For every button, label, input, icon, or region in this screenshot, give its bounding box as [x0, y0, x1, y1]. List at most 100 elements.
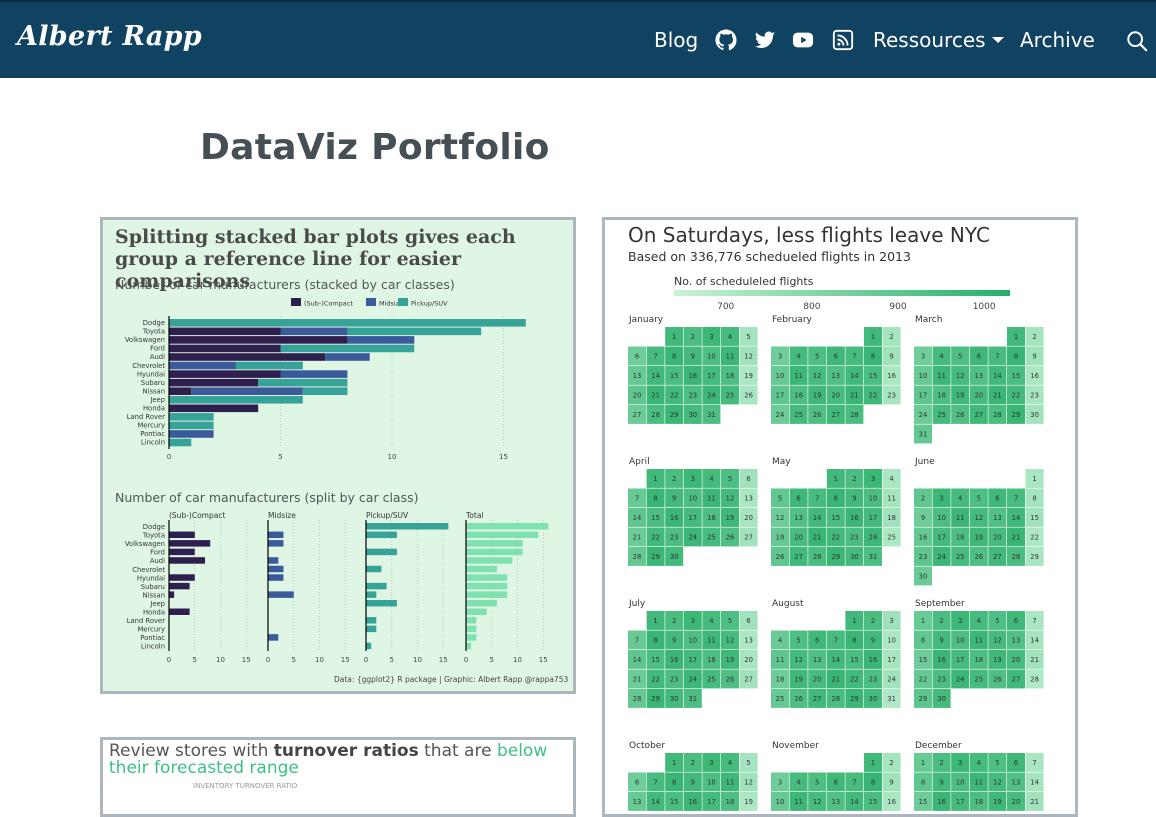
bar	[169, 582, 190, 590]
calendar-day-label: 10	[887, 637, 896, 645]
calendar-day-label: 6	[635, 353, 639, 361]
calendar-day-label: 4	[958, 495, 962, 503]
calendar-day-label: 8	[852, 637, 856, 645]
calendar-day-label: 5	[728, 475, 732, 483]
x-tick-label: 10	[413, 656, 422, 664]
calendar-day-label: 28	[651, 411, 660, 419]
calendar-day-label: 10	[956, 637, 965, 645]
calendar-day-label: 27	[794, 553, 803, 561]
calendar-day-label: 12	[744, 353, 753, 361]
calendar-day-label: 7	[852, 353, 856, 361]
calendar-day-label: 18	[956, 534, 965, 542]
calendar-day-label: 17	[776, 392, 785, 400]
calendar-day-label: 15	[919, 798, 928, 806]
calendar-day-label: 5	[815, 779, 819, 787]
calendar-day-label: 25	[956, 553, 965, 561]
calendar-day-label: 9	[691, 353, 695, 361]
calendar-day-label: 11	[726, 779, 735, 787]
calendar-day-label: 16	[688, 372, 697, 380]
calendar-day-label: 26	[776, 553, 785, 561]
portfolio-card-split-bars[interactable]: Splitting stacked bar plots gives each g…	[100, 217, 576, 694]
youtube-icon[interactable]	[792, 29, 814, 51]
bar	[366, 531, 397, 539]
calendar-day-label: 1	[871, 333, 875, 341]
calendar-day-label: 6	[815, 637, 819, 645]
calendar-day-label: 8	[653, 495, 657, 503]
calendar-day-label: 18	[707, 656, 716, 664]
bar-segment	[235, 361, 303, 370]
calendar-day-label: 16	[919, 534, 928, 542]
calendar-day-label: 25	[937, 411, 946, 419]
calendar-day-label: 30	[850, 553, 859, 561]
calendar-day-label: 2	[1032, 333, 1036, 341]
bar	[268, 574, 284, 581]
calendar-day-label: 28	[813, 553, 822, 561]
calendar-day-label: 24	[937, 553, 946, 561]
calendar-day-label: 28	[1030, 676, 1039, 684]
x-tick-label: 5	[390, 656, 394, 664]
calendar-day-label: 29	[1012, 411, 1021, 419]
calendar-day-label: 25	[776, 695, 785, 703]
calendar-day-label: 25	[726, 392, 735, 400]
calendar-day-label: 22	[651, 534, 660, 542]
portfolio-card-flights-calendar[interactable]: On Saturdays, less flights leave NYC Bas…	[602, 217, 1078, 817]
calendar-day-label: 1	[653, 475, 657, 483]
calendar-day-label: 27	[831, 411, 840, 419]
bar	[169, 531, 195, 539]
calendar-day-label: 24	[869, 534, 878, 542]
calendar-day-label: 1	[871, 759, 875, 767]
y-tick-label: Nissan	[142, 387, 165, 395]
nav-blog-link[interactable]: Blog	[654, 28, 698, 52]
rss-icon[interactable]	[832, 29, 854, 51]
y-tick-label: Audi	[150, 557, 165, 565]
calendar-day-label: 29	[651, 553, 660, 561]
calendar-day-label: 26	[993, 676, 1002, 684]
page-title: DataViz Portfolio	[200, 127, 550, 168]
calendar-day-label: 2	[691, 333, 695, 341]
calendar-day-label: 13	[1012, 637, 1021, 645]
calendar-day-label: 17	[919, 392, 928, 400]
search-icon[interactable]	[1126, 30, 1148, 52]
calendar-day-label: 23	[937, 676, 946, 684]
y-tick-label: Chevrolet	[132, 566, 165, 574]
calendar-day-label: 16	[937, 656, 946, 664]
bar-segment	[280, 327, 348, 336]
calendar-day-label: 29	[1030, 553, 1039, 561]
calendar-day-label: 20	[831, 392, 840, 400]
calendar-day-label: 19	[956, 392, 965, 400]
x-tick-label: 10	[216, 656, 225, 664]
y-tick-label: Lincoln	[141, 439, 165, 447]
calendar-day-label: 7	[1032, 617, 1036, 625]
calendar-day-label: 27	[993, 553, 1002, 561]
calendar-day-label: 31	[707, 411, 716, 419]
nav-archive-link[interactable]: Archive	[1020, 28, 1095, 52]
y-tick-label: Jeep	[149, 600, 165, 608]
calendar-day-label: 15	[651, 656, 660, 664]
calendar-day-label: 19	[744, 798, 753, 806]
twitter-icon[interactable]	[754, 29, 776, 51]
calendar-day-label: 7	[635, 637, 639, 645]
calendar-day-label: 2	[939, 759, 943, 767]
navbar: Albert Rapp Blog Ressources Archive	[0, 0, 1156, 78]
portfolio-card-turnover[interactable]: Review stores with turnover ratios that …	[100, 737, 576, 817]
github-icon[interactable]	[715, 29, 737, 51]
calendar-day-label: 13	[794, 514, 803, 522]
nav-resources-dropdown[interactable]: Ressources	[873, 28, 1004, 52]
calendar-day-label: 23	[887, 392, 896, 400]
calendar-day-label: 18	[974, 798, 983, 806]
calendar-day-label: 3	[778, 779, 782, 787]
calendar-day-label: 24	[887, 676, 896, 684]
month-label: September	[915, 599, 965, 609]
y-tick-label: Dodge	[143, 319, 165, 327]
calendar-day-label: 15	[670, 798, 679, 806]
calendar-day-label: 7	[852, 779, 856, 787]
calendar-day-label: 9	[672, 495, 676, 503]
calendar-day-label: 3	[691, 617, 695, 625]
brand-logo[interactable]: Albert Rapp	[17, 21, 202, 52]
bar-segment	[258, 378, 348, 387]
calendar-day-label: 15	[919, 656, 928, 664]
legend-tick-label: 1000	[973, 302, 996, 312]
calendar-day-label: 27	[744, 676, 753, 684]
legend-swatch	[398, 298, 408, 306]
calendar-day-label: 23	[919, 553, 928, 561]
